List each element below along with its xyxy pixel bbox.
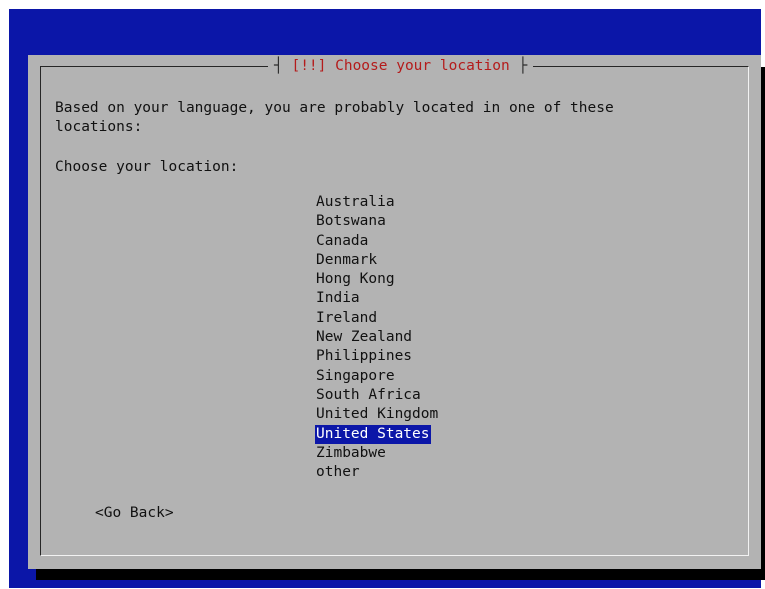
location-list[interactable]: Australia Botswana Canada Denmark Hong K… [315,193,439,482]
location-option-selected[interactable]: United States [315,424,431,444]
location-option[interactable]: New Zealand [315,328,413,347]
intro-line-1: Based on your language, you are probably… [55,100,614,116]
location-option[interactable]: Denmark [315,251,378,270]
installer-screen: ┤ [!!] Choose your location ├ Based on y… [9,9,765,588]
location-option[interactable]: South Africa [315,386,422,405]
location-option[interactable]: Philippines [315,347,413,366]
location-option[interactable]: Canada [315,232,369,251]
location-option[interactable]: Singapore [315,367,396,386]
location-option[interactable]: Ireland [315,309,378,328]
location-option[interactable]: United Kingdom [315,405,439,424]
dialog-title: ┤ [!!] Choose your location ├ [268,57,534,75]
intro-text: Based on your language, you are probably… [55,99,614,137]
title-right-bracket: ├ [509,58,528,74]
location-option[interactable]: India [315,289,361,308]
location-option[interactable]: Hong Kong [315,270,396,289]
go-back-button[interactable]: <Go Back> [95,504,174,523]
dialog-title-text: [!!] Choose your location [291,58,510,74]
intro-line-2: locations: [55,119,143,135]
location-option[interactable]: Zimbabwe [315,444,387,463]
location-dialog: ┤ [!!] Choose your location ├ Based on y… [28,55,761,569]
title-left-bracket: ┤ [274,58,292,74]
location-prompt: Choose your location: [55,159,239,175]
location-option[interactable]: Australia [315,193,396,212]
location-option[interactable]: other [315,463,361,482]
location-option[interactable]: Botswana [315,212,387,231]
